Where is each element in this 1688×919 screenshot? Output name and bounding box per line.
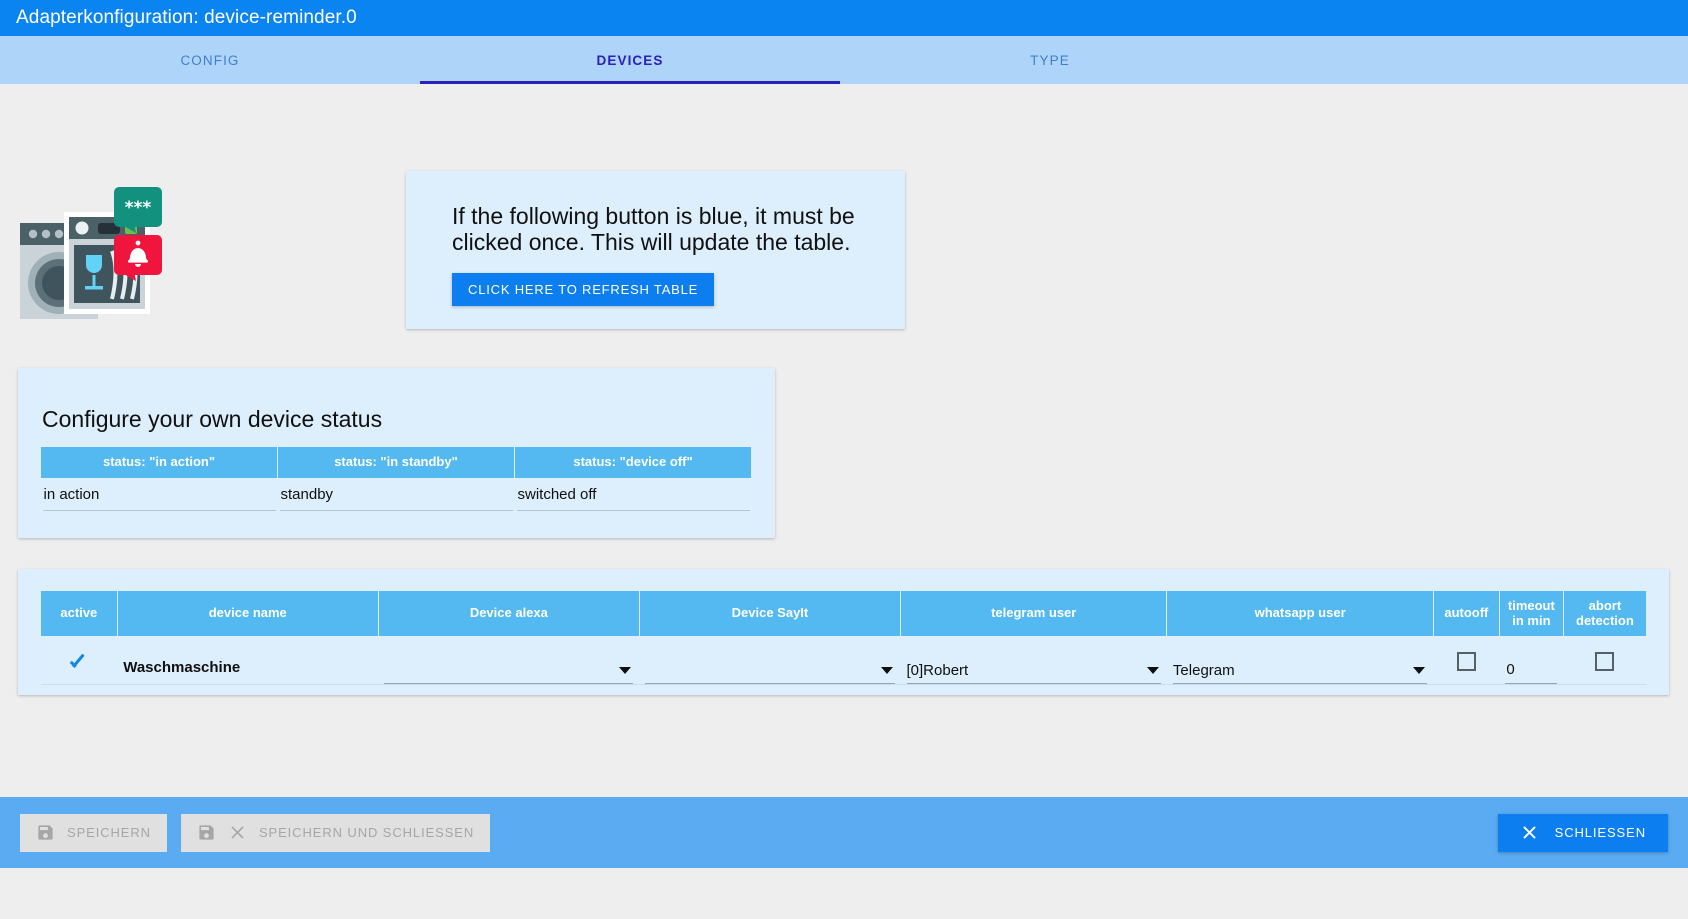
chevron-down-icon bbox=[880, 666, 893, 674]
device-reminder-logo-icon: *** bbox=[18, 179, 168, 319]
tab-type[interactable]: TYPE bbox=[840, 36, 1260, 84]
device-cell-device-sayit bbox=[639, 636, 901, 685]
save-and-close-button-label: SPEICHERN UND SCHLIESSEN bbox=[258, 825, 475, 840]
abort-detection-checkbox[interactable] bbox=[1595, 651, 1615, 671]
device-header-telegram-user: telegram user bbox=[899, 591, 1168, 637]
device-cell-whatsapp-user: Telegram bbox=[1166, 636, 1434, 685]
device-cell-device-alexa bbox=[378, 636, 640, 685]
device-header-whatsapp-user: whatsapp user bbox=[1166, 591, 1434, 637]
device-cell-abort-detection bbox=[1563, 636, 1647, 685]
close-button[interactable]: SCHLIESSEN bbox=[1497, 813, 1668, 852]
chevron-down-icon bbox=[619, 666, 632, 674]
status-table-header-row: status: "in action" status: "in standby"… bbox=[40, 447, 752, 478]
check-icon[interactable] bbox=[68, 651, 90, 673]
device-header-abort-detection: abort detection bbox=[1562, 591, 1648, 637]
status-table-row bbox=[41, 478, 752, 511]
save-and-close-button[interactable]: SPEICHERN UND SCHLIESSEN bbox=[180, 813, 491, 852]
device-cell-telegram-user: [0]Robert bbox=[900, 636, 1167, 685]
close-icon bbox=[231, 826, 244, 839]
tab-devices-label: DEVICES bbox=[596, 52, 664, 68]
content-area: *** If the following button is blue, it … bbox=[0, 84, 1688, 868]
svg-text:***: *** bbox=[125, 198, 152, 218]
timeout-input[interactable] bbox=[1505, 660, 1558, 684]
status-in-action-input[interactable] bbox=[42, 483, 276, 511]
telegram-user-select[interactable]: [0]Robert bbox=[906, 658, 1161, 684]
close-icon bbox=[1522, 826, 1536, 839]
tab-bar: CONFIG DEVICES TYPE bbox=[0, 36, 1688, 84]
whatsapp-user-value: Telegram bbox=[1172, 661, 1235, 679]
status-header-device-off: status: "device off" bbox=[514, 447, 752, 478]
save-button[interactable]: SPEICHERN bbox=[20, 813, 167, 852]
device-status-config-panel: Configure your own device status status:… bbox=[18, 368, 775, 538]
device-cell-device-name: Waschmaschine bbox=[117, 636, 379, 685]
chevron-down-icon bbox=[1413, 666, 1426, 674]
device-header-device-alexa: Device alexa bbox=[377, 591, 640, 637]
device-header-device-name: device name bbox=[116, 591, 379, 637]
close-button-label: SCHLIESSEN bbox=[1554, 825, 1646, 840]
refresh-instruction-text: If the following button is blue, it must… bbox=[452, 203, 855, 256]
tab-devices[interactable]: DEVICES bbox=[420, 36, 840, 84]
device-table-header-row: active device name Device alexa Device S… bbox=[40, 591, 1648, 637]
save-icon bbox=[38, 825, 53, 840]
table-row: Waschmaschine [0]Robert Telegram 0 bbox=[40, 636, 1647, 685]
device-header-device-sayit: Device SayIt bbox=[638, 591, 902, 637]
status-cell-device-off bbox=[515, 478, 752, 511]
device-header-abort-line2: detection bbox=[1576, 612, 1634, 628]
tab-config[interactable]: CONFIG bbox=[0, 36, 420, 84]
window-title: Adapterkonfiguration: device-reminder.0 bbox=[16, 7, 357, 28]
refresh-table-card: If the following button is blue, it must… bbox=[406, 171, 905, 329]
device-table: active device name Device alexa Device S… bbox=[40, 591, 1648, 685]
device-name-label: Waschmaschine bbox=[123, 658, 241, 676]
device-table-panel: active device name Device alexa Device S… bbox=[18, 569, 1669, 695]
device-sayit-value bbox=[645, 679, 876, 683]
device-header-timeout-line1: timeout bbox=[1507, 598, 1555, 613]
whatsapp-user-select[interactable]: Telegram bbox=[1172, 658, 1428, 684]
device-header-abort-line1: abort bbox=[1588, 598, 1622, 613]
device-header-autooff: autooff bbox=[1432, 591, 1500, 637]
device-cell-timeout bbox=[1499, 636, 1564, 685]
status-cell-in-standby bbox=[278, 478, 515, 511]
save-icon bbox=[199, 825, 214, 840]
autooff-checkbox[interactable] bbox=[1456, 651, 1476, 671]
bottom-action-bar: SPEICHERN SPEICHERN UND SCHLIESSEN SCHLI… bbox=[0, 797, 1688, 868]
status-header-in-action: status: "in action" bbox=[40, 447, 278, 478]
status-config-table: status: "in action" status: "in standby"… bbox=[40, 447, 752, 511]
device-header-timeout: timeout in min bbox=[1498, 591, 1564, 637]
save-button-label: SPEICHERN bbox=[67, 825, 151, 840]
status-cell-in-action bbox=[41, 478, 278, 511]
status-device-off-input[interactable] bbox=[516, 483, 750, 511]
device-cell-active bbox=[40, 636, 118, 685]
tab-config-label: CONFIG bbox=[180, 52, 240, 68]
chevron-down-icon bbox=[1146, 666, 1159, 674]
save-button-group: SPEICHERN SPEICHERN UND SCHLIESSEN bbox=[20, 813, 491, 852]
device-cell-autooff bbox=[1433, 636, 1500, 685]
device-header-active: active bbox=[40, 591, 118, 637]
device-alexa-select[interactable] bbox=[384, 658, 634, 684]
refresh-table-button[interactable]: CLICK HERE TO REFRESH TABLE bbox=[452, 273, 715, 307]
window-title-bar: Adapterkonfiguration: device-reminder.0 bbox=[0, 0, 1688, 36]
device-header-timeout-line2: in min bbox=[1512, 612, 1551, 628]
tab-type-label: TYPE bbox=[1030, 52, 1070, 68]
status-in-standby-input[interactable] bbox=[279, 483, 513, 511]
telegram-user-value: [0]Robert bbox=[906, 661, 969, 679]
device-sayit-select[interactable] bbox=[645, 658, 895, 684]
status-config-title: Configure your own device status bbox=[42, 406, 383, 432]
device-alexa-value bbox=[384, 679, 615, 683]
status-header-in-standby: status: "in standby" bbox=[277, 447, 515, 478]
